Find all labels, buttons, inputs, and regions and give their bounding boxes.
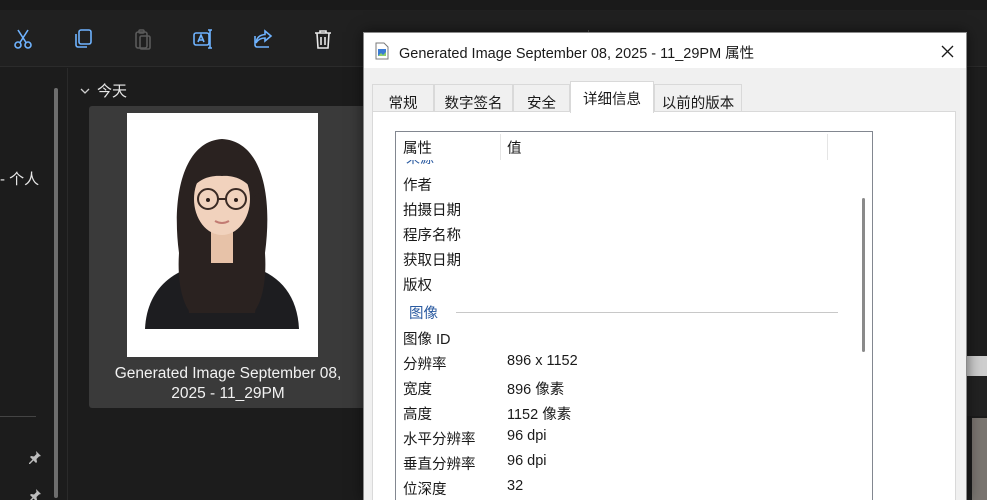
rename-icon[interactable]: [191, 27, 215, 51]
list-item[interactable]: 版权: [396, 270, 856, 295]
property-name: 程序名称: [403, 228, 461, 244]
property-value: 32: [507, 478, 524, 494]
property-name: 版权: [403, 278, 432, 294]
paste-icon[interactable]: [131, 27, 155, 51]
background-panel-light: [967, 356, 987, 376]
close-icon: [941, 45, 953, 57]
list-item[interactable]: 位深度 32: [396, 474, 856, 499]
property-name: 水平分辨率: [403, 432, 476, 448]
nav-scrollbar[interactable]: [54, 88, 58, 498]
property-value: 896 像素: [507, 382, 565, 398]
list-item[interactable]: 垂直分辨率 96 dpi: [396, 449, 856, 474]
list-item[interactable]: 宽度 896 像素: [396, 374, 856, 399]
group-header-label: 今天: [97, 83, 128, 100]
chevron-down-icon: [80, 88, 90, 94]
background-panel-gap: [967, 376, 987, 416]
background-panel: [967, 68, 987, 356]
background-photo: [972, 418, 987, 500]
column-header-value[interactable]: 值: [500, 132, 827, 160]
tab-general[interactable]: 常规: [372, 84, 434, 112]
dialog-titlebar[interactable]: Generated Image September 08, 2025 - 11_…: [364, 33, 966, 68]
copy-icon[interactable]: [71, 27, 95, 51]
list-item[interactable]: 高度 1152 像素: [396, 399, 856, 424]
window-top-strip: [0, 0, 987, 10]
scrollbar-thumb[interactable]: [862, 198, 865, 352]
close-button[interactable]: [932, 36, 962, 66]
details-panel: 属性 值 来源 作者 拍摄日期 程序名称 获取日期: [372, 111, 956, 500]
property-value: 1152 像素: [507, 407, 572, 423]
properties-list[interactable]: 属性 值 来源 作者 拍摄日期 程序名称 获取日期: [395, 131, 873, 500]
property-name: 图像 ID: [403, 332, 451, 348]
list-item[interactable]: 作者: [396, 170, 856, 195]
background-window-edge: [967, 68, 987, 500]
tab-security[interactable]: 安全: [513, 84, 570, 112]
list-item[interactable]: 图像 ID: [396, 324, 856, 349]
property-name: 分辨率: [403, 357, 447, 373]
column-header-property[interactable]: 属性: [396, 132, 500, 160]
pin-icon[interactable]: [28, 450, 42, 464]
file-tile[interactable]: Generated Image September 08, 2025 - 11_…: [89, 106, 367, 408]
list-item[interactable]: 获取日期: [396, 245, 856, 270]
property-value: 96 dpi: [507, 453, 547, 469]
property-name: 宽度: [403, 382, 432, 398]
tab-previous-versions[interactable]: 以前的版本: [654, 84, 742, 112]
property-name: 位深度: [403, 482, 447, 498]
delete-icon[interactable]: [311, 27, 335, 51]
tab-details[interactable]: 详细信息: [570, 81, 654, 113]
property-name: 拍摄日期: [403, 203, 461, 219]
list-item[interactable]: 拍摄日期: [396, 195, 856, 220]
list-item[interactable]: 分辨率 896 x 1152: [396, 349, 856, 374]
list-item[interactable]: 水平分辨率 96 dpi: [396, 424, 856, 449]
property-value: 896 x 1152: [507, 353, 578, 369]
property-value: 96 dpi: [507, 428, 547, 444]
property-name: 高度: [403, 407, 432, 423]
group-header-today[interactable]: 今天: [79, 80, 127, 101]
tab-digital-signatures[interactable]: 数字签名: [434, 84, 513, 112]
image-thumbnail: [127, 113, 318, 357]
nav-item-personal[interactable]: - 个人: [0, 168, 39, 189]
file-name-label: Generated Image September 08, 2025 - 11_…: [114, 365, 342, 402]
list-header: 属性 值: [396, 132, 872, 160]
group-label: 图像: [409, 306, 438, 322]
property-name: 垂直分辨率: [403, 457, 476, 473]
property-name: 作者: [403, 178, 432, 194]
pin-icon[interactable]: [28, 488, 42, 500]
share-icon[interactable]: [251, 27, 275, 51]
image-file-icon: [375, 42, 389, 60]
navigation-pane: - 个人: [0, 68, 68, 500]
property-name: 获取日期: [403, 253, 461, 269]
group-header-image: 图像: [396, 298, 856, 323]
group-divider: [456, 312, 838, 313]
column-separator[interactable]: [827, 134, 828, 160]
cut-icon[interactable]: [11, 27, 35, 51]
nav-divider: [0, 416, 36, 417]
dialog-title: Generated Image September 08, 2025 - 11_…: [399, 46, 755, 62]
properties-dialog: Generated Image September 08, 2025 - 11_…: [363, 32, 967, 500]
list-item[interactable]: 程序名称: [396, 220, 856, 245]
list-scrollbar[interactable]: [856, 132, 872, 500]
